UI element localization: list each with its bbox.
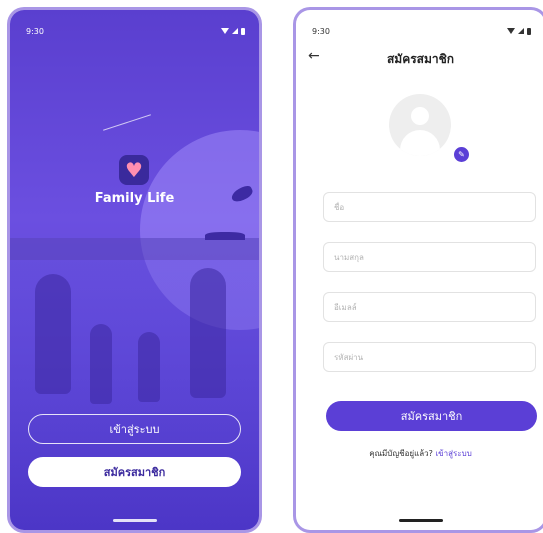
island-silhouette bbox=[205, 232, 245, 240]
have-account-text: คุณมีบัญชีอยู่แล้ว? bbox=[369, 449, 433, 458]
register-submit-button[interactable]: สมัครสมาชิก bbox=[326, 401, 537, 431]
password-field[interactable]: รหัสผ่าน bbox=[323, 342, 536, 372]
register-button[interactable]: สมัครสมาชิก bbox=[28, 457, 241, 487]
heart-logo-icon: ♥ bbox=[119, 155, 149, 185]
welcome-screen: 9:30 ♥ Family Life เข้าสู่ระบบ สมัครสมาช… bbox=[10, 10, 259, 530]
login-prompt: คุณมีบัญชีอยู่แล้ว? เข้าสู่ระบบ bbox=[296, 447, 543, 460]
edit-pencil-icon[interactable]: ✎ bbox=[452, 145, 471, 164]
page-title: สมัครสมาชิก bbox=[386, 52, 455, 66]
signal-icon bbox=[518, 28, 524, 34]
email-field[interactable]: อีเมลล์ bbox=[323, 292, 536, 322]
status-bar: 9:30 bbox=[312, 24, 531, 38]
first-name-field[interactable]: ชื่อ bbox=[323, 192, 536, 222]
status-time: 9:30 bbox=[312, 26, 330, 36]
sea-illustration bbox=[10, 238, 259, 260]
family-silhouette-background bbox=[10, 260, 259, 530]
login-button[interactable]: เข้าสู่ระบบ bbox=[28, 414, 241, 444]
avatar-placeholder-icon[interactable] bbox=[389, 94, 451, 156]
app-name: Family Life bbox=[94, 191, 175, 206]
last-name-field[interactable]: นามสกุล bbox=[323, 242, 536, 272]
shooting-star-illustration bbox=[103, 114, 151, 131]
wifi-icon bbox=[221, 28, 229, 34]
signal-icon bbox=[232, 28, 238, 34]
register-screen: 9:30 ← สมัครสมาชิก ✎ ชื่อ นามสกุล อีเมลล… bbox=[296, 10, 543, 530]
status-bar: 9:30 bbox=[26, 24, 245, 38]
wifi-icon bbox=[507, 28, 515, 34]
home-indicator bbox=[112, 519, 157, 522]
battery-icon bbox=[241, 27, 245, 35]
battery-icon bbox=[527, 27, 531, 35]
login-link[interactable]: เข้าสู่ระบบ bbox=[435, 449, 471, 458]
home-indicator bbox=[398, 519, 443, 522]
status-time: 9:30 bbox=[26, 26, 44, 36]
